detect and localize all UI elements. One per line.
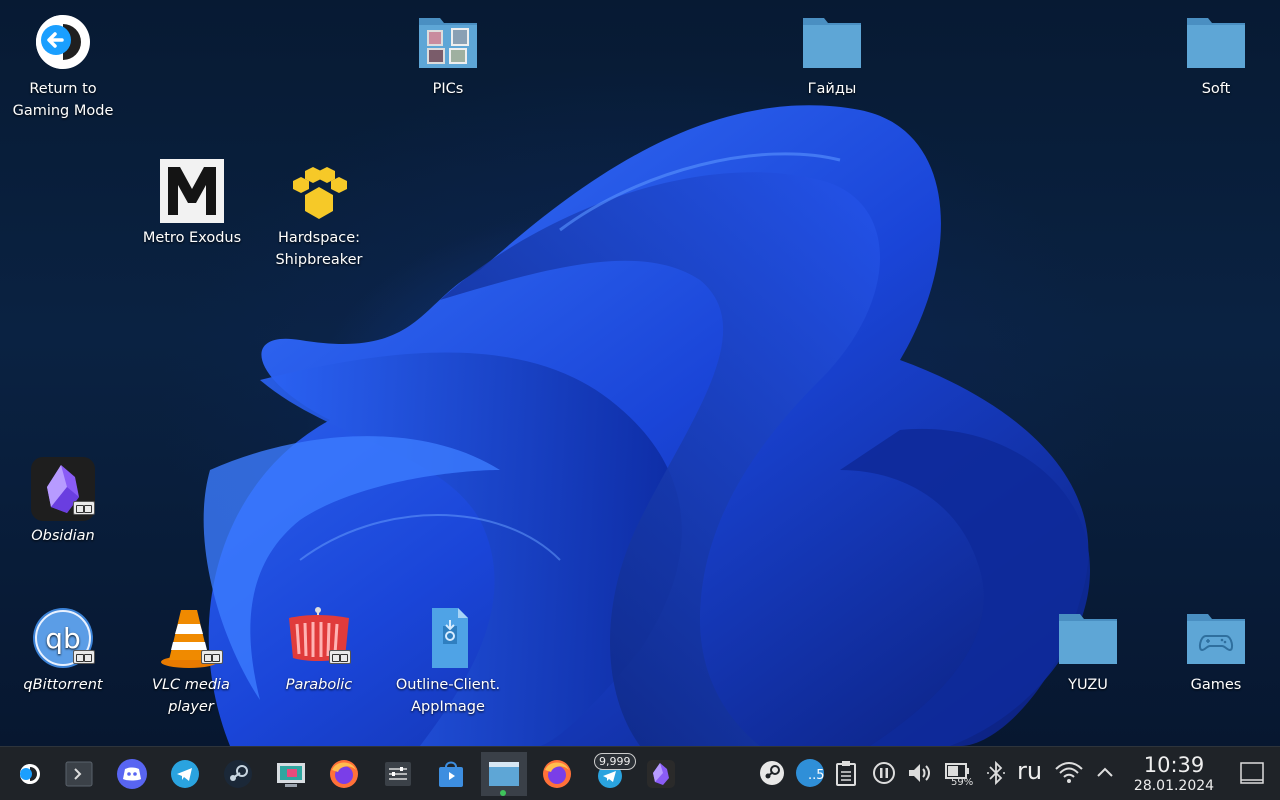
flatpak-badge-icon (73, 650, 95, 664)
flatpak-badge-icon (329, 650, 351, 664)
desktop-icon-label: Return to Gaming Mode (12, 81, 114, 119)
taskbar-discover[interactable] (429, 752, 473, 796)
folder-games-icon (1184, 606, 1248, 670)
folder-icon (1056, 606, 1120, 670)
desktop-icon-label: Metro Exodus (142, 230, 242, 246)
keyboard-layout-indicator[interactable]: ru (1017, 757, 1042, 785)
folder-images-icon (416, 10, 480, 74)
wifi-icon (1055, 762, 1083, 783)
obsidian-icon (647, 760, 675, 788)
desktop-icon-qbittorrent[interactable]: qb qBittorrent (3, 606, 123, 696)
digital-clock[interactable]: 10:39 28.01.2024 (1124, 753, 1224, 795)
qbittorrent-icon: qb (31, 606, 95, 670)
desktop-icon-label: YUZU (1068, 677, 1108, 693)
folder-icon (1184, 10, 1248, 74)
taskbar-screenshot-tool[interactable] (269, 752, 313, 796)
metro-logo-icon (160, 159, 224, 223)
folder-icon (800, 10, 864, 74)
desktop-icon-label: Parabolic (285, 677, 353, 693)
desktop-icon-label: qBittorrent (23, 677, 103, 693)
discover-store-icon (439, 761, 463, 787)
telegram-icon (171, 760, 199, 788)
steam-deck-menu-icon (20, 764, 40, 784)
clipboard-icon (836, 761, 856, 786)
vlc-cone-icon (159, 606, 223, 670)
tray-steam[interactable] (756, 757, 788, 789)
tray-wifi[interactable] (1053, 757, 1085, 789)
taskbar: ru 10:39 28.01.2024 (0, 746, 1280, 800)
desktop-icon-label: Outline-Client. AppImage (395, 677, 501, 715)
terminal-icon (65, 761, 93, 787)
desktop-icon-obsidian[interactable]: Obsidian (3, 457, 123, 547)
firefox-icon (330, 760, 358, 788)
desktop-icon-label: Hardspace: Shipbreaker (275, 230, 363, 268)
taskbar-terminal[interactable] (57, 752, 101, 796)
desktop-icon-metro-exodus[interactable]: Metro Exodus (132, 159, 252, 249)
desktop-icon-guides-folder[interactable]: Гайды (772, 10, 892, 100)
flatpak-badge-icon (73, 501, 95, 515)
tray-expand[interactable] (1089, 757, 1121, 789)
screenshot-tool-icon (277, 763, 305, 787)
application-launcher-button[interactable] (6, 752, 50, 796)
taskbar-discord[interactable] (110, 752, 154, 796)
file-manager-icon (489, 762, 519, 786)
desktop-icon-label: Games (1190, 677, 1242, 693)
parabolic-icon (287, 606, 351, 670)
desktop-icon-outline-appimage[interactable]: Outline-Client. AppImage (388, 606, 508, 718)
show-desktop-icon (1240, 762, 1264, 784)
steam-tray-badge: ..5 (808, 768, 825, 783)
firefox-icon (543, 760, 571, 788)
desktop-icon-label: Soft (1201, 81, 1231, 97)
desktop-icon-label: Гайды (807, 81, 857, 97)
taskbar-file-manager[interactable] (481, 752, 527, 796)
taskbar-telegram[interactable] (163, 752, 207, 796)
desktop-icon-pics[interactable]: PICs (388, 10, 508, 100)
obsidian-icon (31, 457, 95, 521)
desktop-icon-hardspace-shipbreaker[interactable]: Hardspace: Shipbreaker (259, 159, 379, 271)
tray-clipboard[interactable] (830, 757, 862, 789)
desktop-icon-games-folder[interactable]: Games (1156, 606, 1276, 696)
flatpak-badge-icon (201, 650, 223, 664)
taskbar-mixer[interactable] (376, 752, 420, 796)
telegram-unread-badge: 9,999 (594, 753, 636, 770)
desktop-icon-label: Obsidian (31, 528, 95, 544)
desktop-icon-label: VLC media player (152, 677, 230, 715)
desktop-icon-label: PICs (432, 81, 464, 97)
desktop-icon-yuzu-folder[interactable]: YUZU (1028, 606, 1148, 696)
pause-icon (873, 762, 895, 784)
show-desktop-button[interactable] (1236, 757, 1268, 789)
battery-percent: 59% (951, 777, 974, 788)
discord-icon (117, 759, 147, 789)
taskbar-steam[interactable] (216, 752, 260, 796)
desktop-icon-return-gaming-mode[interactable]: Return to Gaming Mode (3, 10, 123, 122)
mixer-icon (385, 762, 411, 786)
chevron-up-icon (1097, 767, 1113, 777)
taskbar-obsidian[interactable] (639, 752, 683, 796)
tray-bluetooth[interactable] (980, 757, 1012, 789)
bluetooth-icon (987, 760, 1005, 786)
desktop[interactable]: Return to Gaming Mode PICs Гайды Soft Me… (0, 0, 1280, 746)
desktop-icon-parabolic[interactable]: Parabolic (259, 606, 379, 696)
taskbar-firefox-2[interactable] (535, 752, 579, 796)
tray-volume[interactable] (904, 757, 936, 789)
clock-date: 28.01.2024 (1133, 778, 1215, 794)
taskbar-firefox[interactable] (322, 752, 366, 796)
tray-media-pause[interactable] (868, 757, 900, 789)
paw-icon (287, 159, 351, 223)
appimage-file-icon (416, 606, 480, 670)
steam-icon (224, 760, 252, 788)
return-arrow-icon (31, 10, 95, 74)
desktop-icon-soft-folder[interactable]: Soft (1156, 10, 1276, 100)
speaker-volume-icon (909, 764, 930, 782)
desktop-icon-vlc[interactable]: VLC media player (131, 606, 251, 718)
clock-time: 10:39 (1143, 753, 1205, 777)
steam-icon (760, 761, 784, 785)
running-indicator (500, 790, 506, 796)
